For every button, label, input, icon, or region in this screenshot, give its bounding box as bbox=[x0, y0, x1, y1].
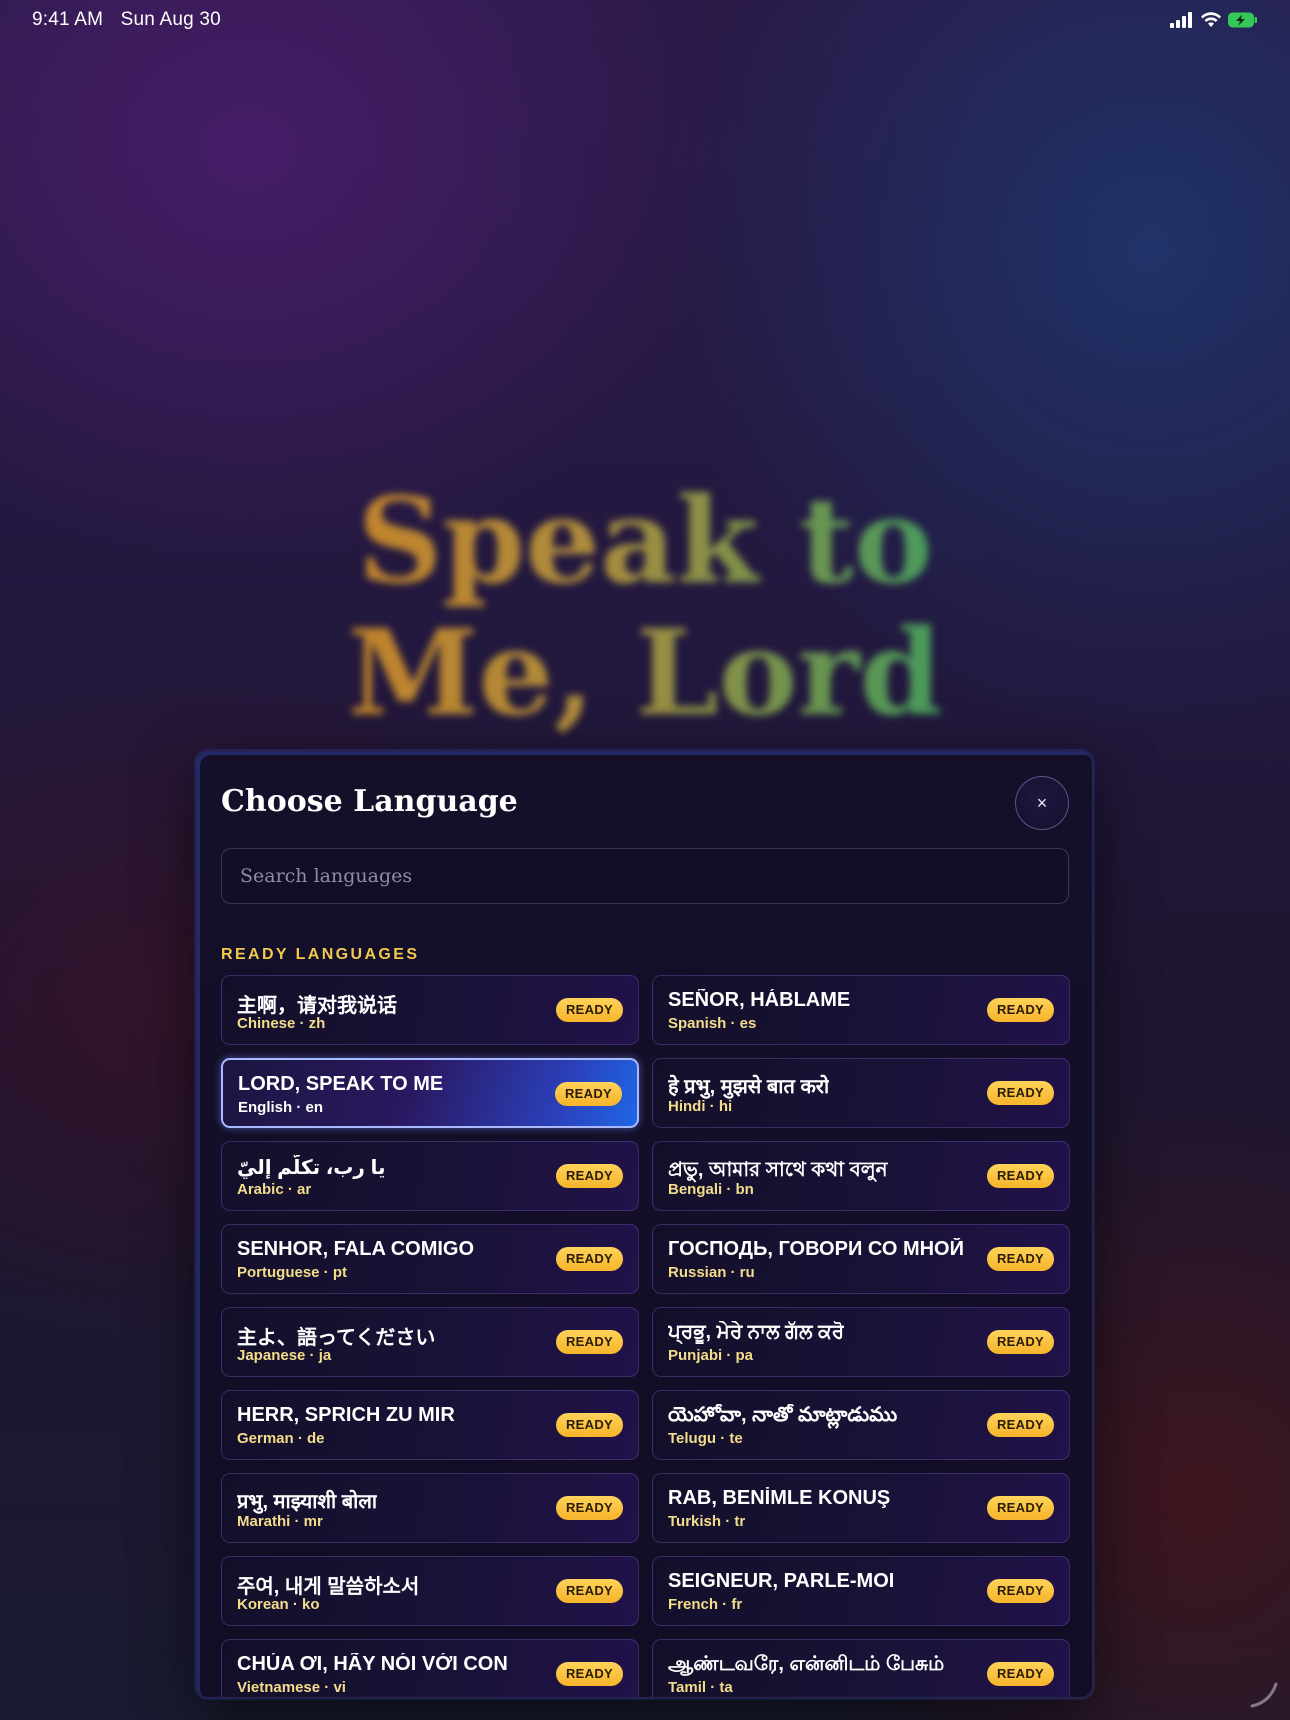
language-meta: Turkish · tr bbox=[668, 1513, 746, 1530]
ready-badge: READY bbox=[986, 1579, 1054, 1603]
language-meta: Russian · ru bbox=[668, 1264, 755, 1281]
search-input[interactable] bbox=[221, 848, 1069, 904]
language-phrase: యెహోవా, నాతో మాట్లాడుము bbox=[668, 1404, 898, 1426]
language-phrase: 주여, 내게 말씀하소서 bbox=[237, 1576, 420, 1598]
battery-charging-icon bbox=[1228, 12, 1258, 33]
status-icons bbox=[1170, 12, 1258, 33]
language-option-ta[interactable]: ஆண்டவரே, என்னிடம் பேசும் Tamil · ta READ… bbox=[652, 1639, 1070, 1697]
language-option-mr[interactable]: प्रभु, माझ्याशी बोला Marathi · mr READY bbox=[221, 1473, 639, 1543]
ready-badge: READY bbox=[986, 1413, 1054, 1437]
close-icon: × bbox=[1036, 792, 1048, 813]
language-option-ru[interactable]: ГОСПОДЬ, ГОВОРИ СО МНОЙ Russian · ru REA… bbox=[652, 1224, 1070, 1294]
ready-badge: READY bbox=[986, 1330, 1054, 1354]
resize-grip-icon[interactable] bbox=[1248, 1678, 1278, 1708]
language-meta: French · fr bbox=[668, 1596, 743, 1613]
language-option-en[interactable]: LORD, SPEAK TO ME English · en READY bbox=[221, 1058, 639, 1128]
language-grid: 主啊，请对我说话 Chinese · zh READY SEÑOR, HÁBLA… bbox=[221, 975, 1070, 1697]
language-phrase: 主啊，请对我说话 bbox=[237, 995, 397, 1017]
language-meta: German · de bbox=[237, 1430, 325, 1447]
ready-badge: READY bbox=[986, 1081, 1054, 1105]
ready-badge: READY bbox=[555, 1247, 623, 1271]
ready-badge: READY bbox=[986, 1662, 1054, 1686]
wifi-icon bbox=[1200, 12, 1222, 33]
ready-badge: READY bbox=[986, 998, 1054, 1022]
language-meta: Tamil · ta bbox=[668, 1679, 733, 1696]
language-meta: Marathi · mr bbox=[237, 1513, 323, 1530]
language-meta: Chinese · zh bbox=[237, 1015, 326, 1032]
language-option-ar[interactable]: يا رب، تكلّم إليّ Arabic · ar READY bbox=[221, 1141, 639, 1211]
ready-badge: READY bbox=[986, 1164, 1054, 1188]
signal-icon bbox=[1170, 12, 1194, 33]
language-option-zh[interactable]: 主啊，请对我说话 Chinese · zh READY bbox=[221, 975, 639, 1045]
modal-title: Choose Language bbox=[221, 784, 518, 819]
language-meta: Spanish · es bbox=[668, 1015, 757, 1032]
language-phrase: प्रभु, माझ्याशी बोला bbox=[237, 1491, 378, 1513]
language-phrase: CHÚA ƠI, HÃY NÓI VỚI CON bbox=[237, 1653, 508, 1675]
language-option-tr[interactable]: RAB, BENİMLE KONUŞ Turkish · tr READY bbox=[652, 1473, 1070, 1543]
language-meta: Bengali · bn bbox=[668, 1181, 754, 1198]
language-phrase: ГОСПОДЬ, ГОВОРИ СО МНОЙ bbox=[668, 1238, 964, 1260]
language-option-te[interactable]: యెహోవా, నాతో మాట్లాడుము Telugu · te READ… bbox=[652, 1390, 1070, 1460]
language-meta: Hindi · hi bbox=[668, 1098, 733, 1115]
language-option-bn[interactable]: প্রভু, আমার সাথে কথা বলুন Bengali · bn R… bbox=[652, 1141, 1070, 1211]
section-label-ready-languages: READY LANGUAGES bbox=[221, 946, 420, 963]
language-phrase: 主よ、語ってください bbox=[237, 1327, 436, 1349]
language-option-de[interactable]: HERR, SPRICH ZU MIR German · de READY bbox=[221, 1390, 639, 1460]
language-option-ko[interactable]: 주여, 내게 말씀하소서 Korean · ko READY bbox=[221, 1556, 639, 1626]
ready-badge: READY bbox=[555, 1413, 623, 1437]
status-date: Sun Aug 30 bbox=[120, 9, 221, 30]
ready-badge: READY bbox=[555, 998, 623, 1022]
ready-badge: READY bbox=[986, 1247, 1054, 1271]
ready-badge: READY bbox=[555, 1579, 623, 1603]
ready-badge: READY bbox=[554, 1082, 622, 1106]
status-bar: 9:41 AM Sun Aug 30 bbox=[0, 0, 1290, 40]
choose-language-modal: Choose Language × READY LANGUAGES 主啊，请对我… bbox=[196, 751, 1093, 1698]
language-option-pa[interactable]: ਪ੍ਰਭੂ, ਮੇਰੇ ਨਾਲ ਗੱਲ ਕਰੋ Punjabi · pa REA… bbox=[652, 1307, 1070, 1377]
hero-title-line-1: Speak to bbox=[357, 471, 933, 610]
language-meta: Korean · ko bbox=[237, 1596, 320, 1613]
language-meta: Punjabi · pa bbox=[668, 1347, 754, 1364]
ready-badge: READY bbox=[555, 1164, 623, 1188]
language-phrase: हे प्रभु, मुझसे बात करो bbox=[668, 1076, 830, 1098]
language-option-ja[interactable]: 主よ、語ってください Japanese · ja READY bbox=[221, 1307, 639, 1377]
language-phrase: SENHOR, FALA COMIGO bbox=[237, 1238, 475, 1260]
language-meta: Telugu · te bbox=[668, 1430, 743, 1447]
language-phrase: ਪ੍ਰਭੂ, ਮੇਰੇ ਨਾਲ ਗੱਲ ਕਰੋ bbox=[668, 1321, 845, 1343]
language-phrase: ஆண்டவரே, என்னிடம் பேசும் bbox=[668, 1653, 945, 1675]
ready-badge: READY bbox=[555, 1662, 623, 1686]
language-option-vi[interactable]: CHÚA ƠI, HÃY NÓI VỚI CON Vietnamese · vi… bbox=[221, 1639, 639, 1697]
language-meta: Vietnamese · vi bbox=[237, 1679, 346, 1696]
status-time: 9:41 AM bbox=[32, 9, 104, 30]
language-phrase: HERR, SPRICH ZU MIR bbox=[237, 1404, 455, 1426]
language-meta: Japanese · ja bbox=[237, 1347, 332, 1364]
language-option-hi[interactable]: हे प्रभु, मुझसे बात करो Hindi · hi READY bbox=[652, 1058, 1070, 1128]
ready-badge: READY bbox=[986, 1496, 1054, 1520]
close-button[interactable]: × bbox=[1015, 776, 1069, 830]
ready-badge: READY bbox=[555, 1330, 623, 1354]
language-meta: Arabic · ar bbox=[237, 1181, 312, 1198]
language-meta: Portuguese · pt bbox=[237, 1264, 348, 1281]
status-time-date: 9:41 AM Sun Aug 30 bbox=[32, 9, 221, 31]
language-phrase: SEÑOR, HÁBLAME bbox=[668, 989, 851, 1011]
ready-badge: READY bbox=[555, 1496, 623, 1520]
language-option-fr[interactable]: SEIGNEUR, PARLE-MOI French · fr READY bbox=[652, 1556, 1070, 1626]
language-phrase: SEIGNEUR, PARLE-MOI bbox=[668, 1570, 895, 1592]
hero-title: Speak to Me, Lord bbox=[0, 475, 1290, 739]
language-phrase: يا رب، تكلّم إليّ bbox=[237, 1157, 386, 1179]
language-option-pt[interactable]: SENHOR, FALA COMIGO Portuguese · pt READ… bbox=[221, 1224, 639, 1294]
hero-title-line-2: Me, Lord bbox=[347, 603, 943, 742]
language-option-es[interactable]: SEÑOR, HÁBLAME Spanish · es READY bbox=[652, 975, 1070, 1045]
language-meta: English · en bbox=[238, 1099, 324, 1116]
language-phrase: RAB, BENİMLE KONUŞ bbox=[668, 1487, 891, 1509]
language-phrase: LORD, SPEAK TO ME bbox=[238, 1073, 444, 1095]
